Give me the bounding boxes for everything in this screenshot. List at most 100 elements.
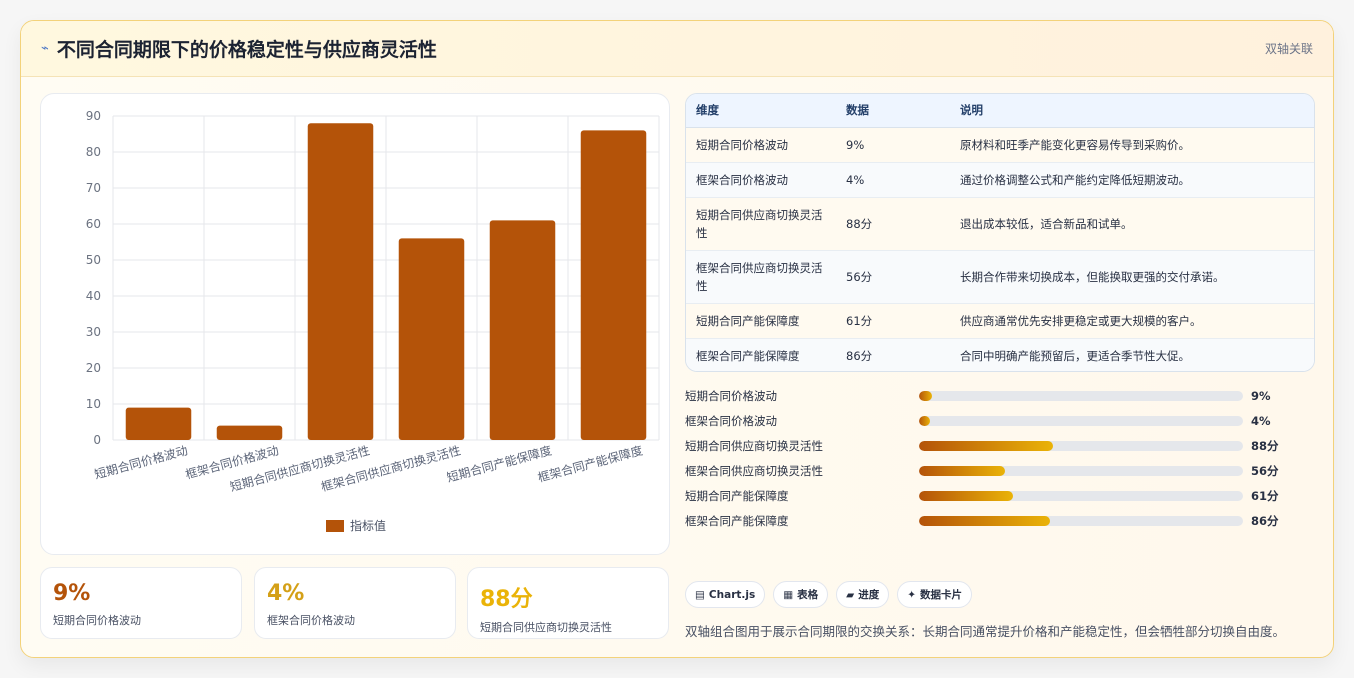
progress-track: [919, 390, 1243, 401]
progress-track: [919, 465, 1243, 476]
bar: [398, 238, 465, 440]
header-badge: 双轴关联: [1264, 42, 1313, 56]
progress-fill: [919, 440, 1054, 451]
progress-row: 短期合同产能保障度 61分: [685, 483, 1315, 508]
kpi-card: 88分 短期合同供应商切换灵活性: [467, 567, 669, 639]
progress-icon: ▰: [846, 588, 855, 601]
table-cell: 88分: [836, 197, 950, 251]
column-header: 数据: [836, 94, 950, 128]
table-row: 短期合同供应商切换灵活性 88分 退出成本较低，适合新品和试单。: [686, 197, 1314, 251]
table-cell: 框架合同供应商切换灵活性: [686, 250, 836, 304]
table-cell: 4%: [836, 162, 950, 198]
table-cell: 通过价格调整公式和产能约定降低短期波动。: [950, 162, 1314, 198]
chip-label: 表格: [797, 589, 819, 601]
progress-fill: [919, 415, 931, 426]
y-tick-label: 10: [86, 397, 101, 411]
table-cell: 短期合同价格波动: [686, 127, 836, 163]
progress-value: 4%: [1251, 413, 1271, 428]
y-tick-label: 30: [86, 325, 101, 339]
progress-label: 短期合同价格波动: [685, 388, 777, 403]
footer-note: 双轴组合图用于展示合同期限的交换关系：长期合同通常提升价格和产能稳定性，但会牺牲…: [685, 624, 1286, 639]
y-tick-label: 80: [86, 145, 101, 159]
progress-value: 61分: [1251, 488, 1279, 503]
table-cell: 合同中明确产能预留后，更适合季节性大促。: [950, 338, 1314, 371]
table-cell: 61分: [836, 303, 950, 339]
table-cell: 退出成本较低，适合新品和试单。: [950, 197, 1314, 251]
x-tick-label: 短期合同价格波动: [93, 442, 190, 481]
table-cell: 框架合同产能保障度: [686, 338, 836, 371]
progress-track: [919, 515, 1243, 526]
sparkle-icon: ✦: [907, 588, 917, 601]
progress-fill: [919, 490, 1013, 501]
progress-label: 短期合同供应商切换灵活性: [685, 438, 823, 453]
legend-swatch: [326, 520, 344, 532]
table-cell: 长期合作带来切换成本，但能换取更强的交付承诺。: [950, 250, 1314, 304]
kpi-value: 4%: [267, 581, 305, 606]
bar: [216, 425, 283, 440]
table-row: 短期合同价格波动 9% 原材料和旺季产能变化更容易传导到采购价。: [686, 127, 1314, 163]
progress-fill: [919, 515, 1051, 526]
table-cell: 框架合同价格波动: [686, 162, 836, 198]
x-tick-label: 框架合同产能保障度: [536, 442, 644, 484]
bar: [125, 407, 192, 440]
progress-label: 框架合同产能保障度: [685, 513, 789, 528]
chip-label: 数据卡片: [920, 589, 963, 601]
table-cell: 短期合同供应商切换灵活性: [686, 197, 836, 251]
progress-label: 框架合同价格波动: [685, 413, 777, 428]
progress-value: 86分: [1251, 513, 1279, 528]
kpi-cards: 9% 短期合同价格波动 4% 框架合同价格波动 88分 短期合同供应商切换灵活性: [40, 567, 670, 639]
page-title: 不同合同期限下的价格稳定性与供应商灵活性: [56, 39, 437, 61]
trend-icon: ⌁: [41, 41, 49, 56]
progress-fill: [919, 465, 1005, 476]
y-tick-label: 70: [86, 181, 101, 195]
card-header: ⌁ 不同合同期限下的价格稳定性与供应商灵活性 双轴关联: [21, 21, 1333, 77]
y-tick-label: 90: [86, 109, 101, 123]
progress-value: 56分: [1251, 463, 1279, 478]
kpi-value: 9%: [53, 581, 91, 606]
data-table: 维度 数据 说明 短期合同价格波动 9% 原材料和旺季产能变化更容易传导到采购价…: [685, 93, 1315, 372]
table-icon: ▦: [783, 588, 794, 601]
tag-chips: ▤ Chart.js ▦ 表格 ▰ 进度 ✦ 数据卡片: [685, 581, 973, 608]
table-cell: 供应商通常优先安排更稳定或更大规模的客户。: [950, 303, 1314, 339]
kpi-label: 短期合同供应商切换灵活性: [480, 621, 612, 634]
y-tick-label: 40: [86, 289, 101, 303]
chip-label: 进度: [858, 589, 880, 601]
chip-label: Chart.js: [708, 588, 756, 601]
progress-list: 短期合同价格波动 9% 框架合同价格波动 4% 短期合同供应商切换灵活性 88分…: [685, 383, 1315, 533]
chip-progress[interactable]: ▰ 进度: [836, 581, 890, 608]
table-cell: 原材料和旺季产能变化更容易传导到采购价。: [950, 127, 1314, 163]
table-cell: 短期合同产能保障度: [686, 303, 836, 339]
x-tick-label: 短期合同产能保障度: [445, 442, 553, 484]
kpi-card: 4% 框架合同价格波动: [254, 567, 456, 639]
kpi-label: 框架合同价格波动: [267, 614, 355, 627]
chip-data-cards[interactable]: ✦ 数据卡片: [897, 581, 973, 608]
column-header: 维度: [686, 94, 836, 128]
chart-svg: 0102030405060708090短期合同价格波动框架合同价格波动短期合同供…: [86, 109, 660, 533]
table-cell: 86分: [836, 338, 950, 371]
table-row: 短期合同产能保障度 61分 供应商通常优先安排更稳定或更大规模的客户。: [686, 303, 1314, 339]
kpi-card: 9% 短期合同价格波动: [40, 567, 242, 639]
chip-table[interactable]: ▦ 表格: [773, 581, 829, 608]
table-row: 框架合同供应商切换灵活性 56分 长期合作带来切换成本，但能换取更强的交付承诺。: [686, 250, 1314, 304]
progress-row: 短期合同供应商切换灵活性 88分: [685, 433, 1315, 458]
progress-fill: [919, 390, 932, 401]
progress-label: 框架合同供应商切换灵活性: [685, 463, 823, 478]
progress-value: 88分: [1251, 438, 1279, 453]
legend-label: 指标值: [350, 518, 386, 533]
chip-chartjs[interactable]: ▤ Chart.js: [685, 581, 766, 608]
progress-label: 短期合同产能保障度: [685, 488, 789, 503]
chart-icon: ▤: [695, 588, 705, 601]
progress-row: 短期合同价格波动 9%: [685, 383, 1315, 408]
table-cell: 9%: [836, 127, 950, 163]
kpi-value: 88分: [480, 587, 533, 612]
progress-row: 框架合同价格波动 4%: [685, 408, 1315, 433]
y-tick-label: 0: [93, 433, 101, 447]
bar-chart: 0 10 20 30 40 50 60 70 80 90 短期合同价格波动 框架合同价格波动 短期合同供…: [40, 93, 670, 555]
progress-track: [919, 415, 1243, 426]
y-tick-label: 50: [86, 253, 101, 267]
progress-row: 框架合同供应商切换灵活性 56分: [685, 458, 1315, 483]
table-row: 框架合同价格波动 4% 通过价格调整公式和产能约定降低短期波动。: [686, 162, 1314, 198]
table-row: 框架合同产能保障度 86分 合同中明确产能预留后，更适合季节性大促。: [686, 338, 1314, 371]
bar: [580, 130, 647, 440]
bar: [307, 123, 374, 440]
